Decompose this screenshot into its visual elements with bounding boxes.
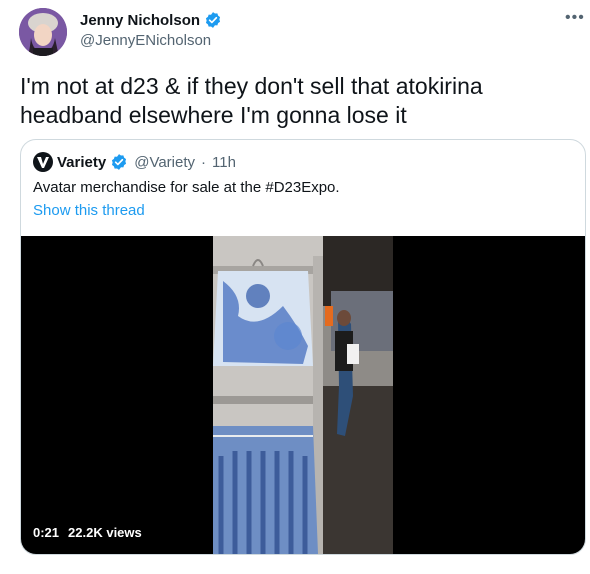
quote-author-handle[interactable]: @Variety bbox=[134, 154, 195, 171]
quoted-tweet[interactable]: Variety @Variety · 11h Avatar merchandis… bbox=[20, 139, 586, 555]
tweet-text: I'm not at d23 & if they don't sell that… bbox=[20, 73, 483, 128]
video-frame bbox=[213, 236, 393, 554]
show-thread-link[interactable]: Show this thread bbox=[33, 202, 145, 219]
author-avatar[interactable] bbox=[19, 8, 67, 56]
quote-separator: · bbox=[201, 153, 207, 171]
quote-timestamp[interactable]: 11h bbox=[212, 154, 236, 171]
more-icon[interactable]: ••• bbox=[565, 9, 585, 27]
video-views: 22.2K views bbox=[68, 525, 142, 540]
video-duration: 0:21 bbox=[33, 525, 60, 540]
variety-logo-icon bbox=[33, 152, 53, 172]
author-name[interactable]: Jenny Nicholson bbox=[80, 12, 200, 29]
quote-verified-badge-icon bbox=[110, 153, 128, 171]
verified-badge-icon bbox=[204, 11, 222, 29]
quote-text: Avatar merchandise for sale at the #D23E… bbox=[33, 179, 340, 196]
author-handle[interactable]: @JennyENicholson bbox=[80, 32, 211, 49]
quote-author-name[interactable]: Variety bbox=[57, 154, 106, 171]
video-player[interactable]: 0:21 22.2K views bbox=[21, 236, 585, 554]
